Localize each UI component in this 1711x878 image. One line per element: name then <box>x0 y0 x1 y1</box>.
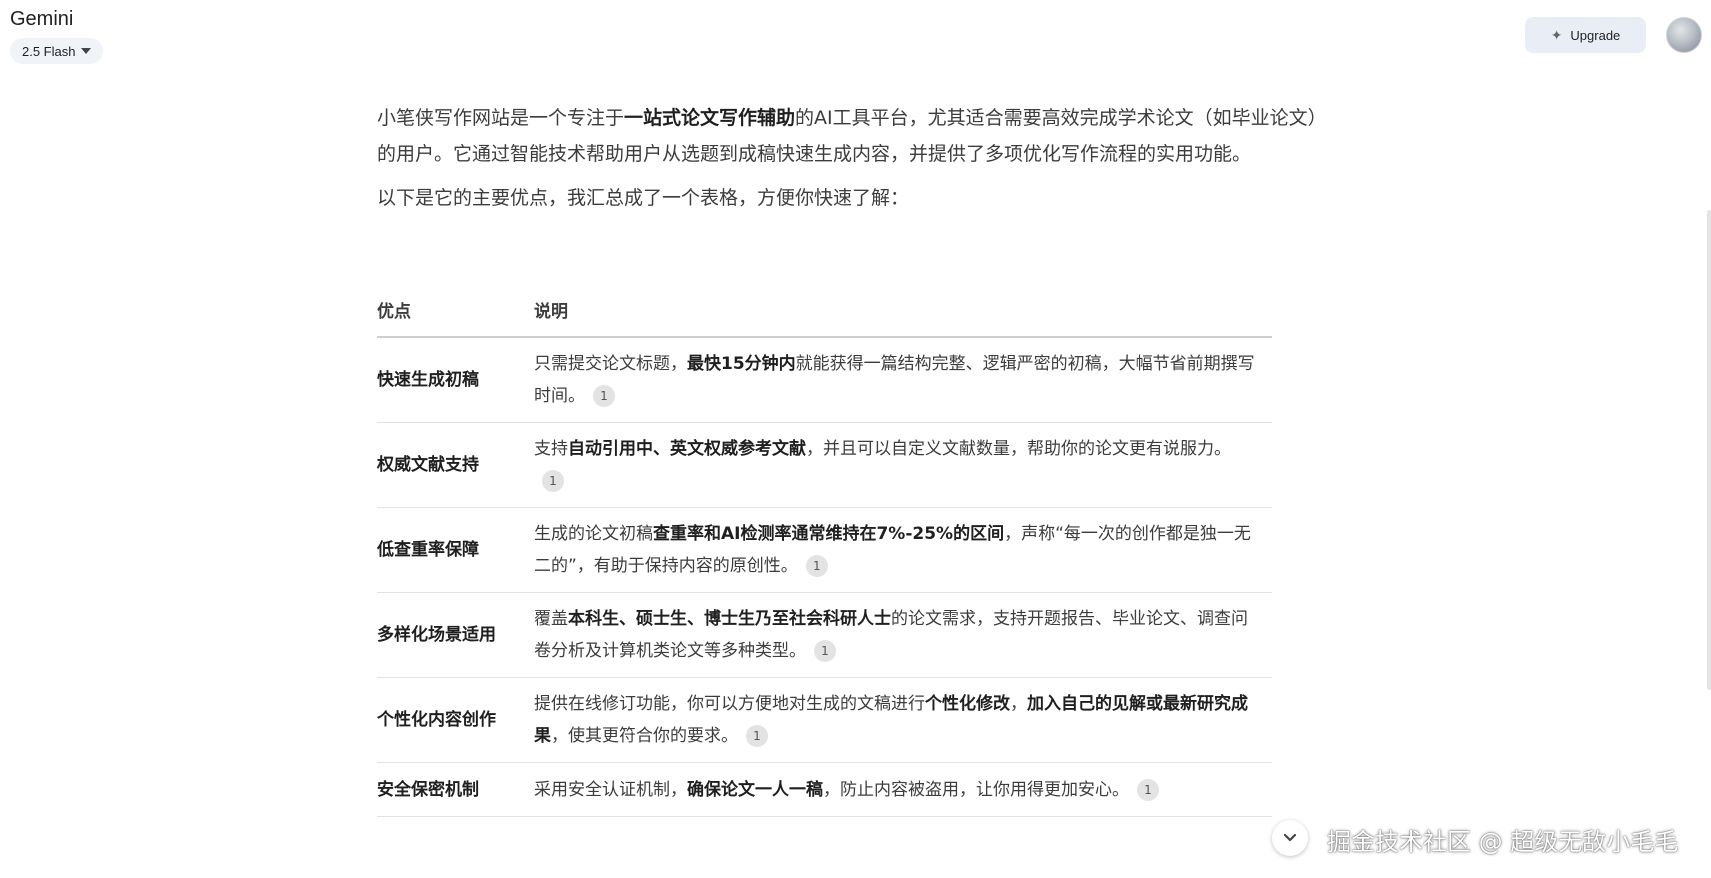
model-selector[interactable]: 2.5 Flash <box>10 38 104 64</box>
advantage-description: 采用安全认证机制，确保论文一人一稿，防止内容被盗用，让你用得更加安心。 1 <box>534 762 1272 817</box>
description-text: 生成的论文初稿 <box>534 524 653 544</box>
citation-chip[interactable]: 1 <box>1137 778 1159 801</box>
intro-text-1: 小笔侠写作网站是一个专注于 <box>377 107 625 129</box>
advantage-name: 安全保密机制 <box>377 762 534 817</box>
description-text: 提供在线修订功能，你可以方便地对生成的文稿进行 <box>534 694 925 714</box>
table-header-row: 优点 说明 <box>377 282 1272 338</box>
table-row: 个性化内容创作 提供在线修订功能，你可以方便地对生成的文稿进行个性化修改，加入自己… <box>377 677 1272 763</box>
description-bold: 本科生、硕士生、博士生乃至社会科研人士 <box>568 609 891 629</box>
upgrade-label: Upgrade <box>1570 27 1621 43</box>
chevron-down-icon <box>81 48 92 54</box>
app-title: Gemini <box>10 8 74 30</box>
table-row: 低查重率保障 生成的论文初稿查重率和AI检测率通常维持在7%-25%的区间，声称“… <box>377 507 1272 593</box>
description-bold: 最快15分钟内 <box>687 354 796 374</box>
table-row: 安全保密机制 采用安全认证机制，确保论文一人一稿，防止内容被盗用，让你用得更加安心… <box>377 762 1272 817</box>
description-bold: 个性化修改 <box>925 694 1010 714</box>
scrollbar[interactable] <box>1707 210 1711 690</box>
intro-bold: 一站式论文写作辅助 <box>624 107 796 129</box>
intro-paragraph: 小笔侠写作网站是一个专注于一站式论文写作辅助的AI工具平台，尤其适合需要高效完成… <box>377 100 1327 172</box>
advantage-name: 快速生成初稿 <box>377 337 534 423</box>
citation-chip[interactable]: 1 <box>542 470 564 492</box>
table-row: 权威文献支持 支持自动引用中、英文权威参考文献，并且可以自定义文献数量，帮助你的论… <box>377 422 1272 508</box>
chevron-down-icon <box>1283 833 1297 842</box>
avatar[interactable] <box>1666 17 1702 53</box>
model-label: 2.5 Flash <box>22 43 76 59</box>
advantage-name: 权威文献支持 <box>377 422 534 508</box>
advantage-description: 提供在线修订功能，你可以方便地对生成的文稿进行个性化修改，加入自己的见解或最新研… <box>534 677 1272 763</box>
sparkle-icon: ✦ <box>1550 26 1563 43</box>
description-text: 采用安全认证机制， <box>534 779 687 800</box>
advantages-table: 优点 说明 快速生成初稿 只需提交论文标题，最快15分钟内就能获得一篇结构完整、逻… <box>377 282 1272 817</box>
description-text: 覆盖 <box>534 609 568 629</box>
citation-chip[interactable]: 1 <box>593 385 615 407</box>
table-row: 多样化场景适用 覆盖本科生、硕士生、博士生乃至社会科研人士的论文需求，支持开题报告… <box>377 592 1272 678</box>
column-header-advantage: 优点 <box>377 282 534 338</box>
description-bold: 确保论文一人一稿 <box>687 779 823 800</box>
description-text: 只需提交论文标题， <box>534 354 687 374</box>
scroll-down-button[interactable] <box>1272 820 1308 856</box>
description-text: ，防止内容被盗用，让你用得更加安心。 <box>823 779 1129 800</box>
advantage-name: 低查重率保障 <box>377 507 534 593</box>
top-bar: Gemini 2.5 Flash ✦ Upgrade <box>0 0 1711 70</box>
description-bold: 自动引用中、英文权威参考文献 <box>568 439 806 459</box>
description-bold: 查重率和AI检测率通常维持在7%-25%的区间 <box>653 524 1005 544</box>
watermark: 掘金技术社区 @ 超级无敌小毛毛 <box>1327 828 1679 856</box>
description-text: ， <box>1010 694 1027 714</box>
advantage-description: 覆盖本科生、硕士生、博士生乃至社会科研人士的论文需求，支持开题报告、毕业论文、调… <box>534 592 1272 678</box>
response-content: 小笔侠写作网站是一个专注于一站式论文写作辅助的AI工具平台，尤其适合需要高效完成… <box>377 100 1327 216</box>
description-text: ，并且可以自定义文献数量，帮助你的论文更有说服力。 <box>806 439 1231 459</box>
description-text: ，使其更符合你的要求。 <box>551 726 738 746</box>
citation-chip[interactable]: 1 <box>805 555 828 577</box>
upgrade-button[interactable]: ✦ Upgrade <box>1525 17 1646 53</box>
description-text: 支持 <box>534 439 568 459</box>
column-header-description: 说明 <box>534 282 1272 338</box>
citation-chip[interactable]: 1 <box>746 725 768 747</box>
citation-chip[interactable]: 1 <box>814 640 836 662</box>
advantage-name: 个性化内容创作 <box>377 677 534 763</box>
table-row: 快速生成初稿 只需提交论文标题，最快15分钟内就能获得一篇结构完整、逻辑严密的初稿… <box>377 337 1272 423</box>
advantage-description: 只需提交论文标题，最快15分钟内就能获得一篇结构完整、逻辑严密的初稿，大幅节省前… <box>534 337 1272 423</box>
table-lead-in: 以下是它的主要优点，我汇总成了一个表格，方便你快速了解： <box>377 187 910 209</box>
advantage-description: 生成的论文初稿查重率和AI检测率通常维持在7%-25%的区间，声称“每一次的创作… <box>534 507 1272 593</box>
advantage-description: 支持自动引用中、英文权威参考文献，并且可以自定义文献数量，帮助你的论文更有说服力… <box>534 422 1272 508</box>
advantage-name: 多样化场景适用 <box>377 592 534 678</box>
